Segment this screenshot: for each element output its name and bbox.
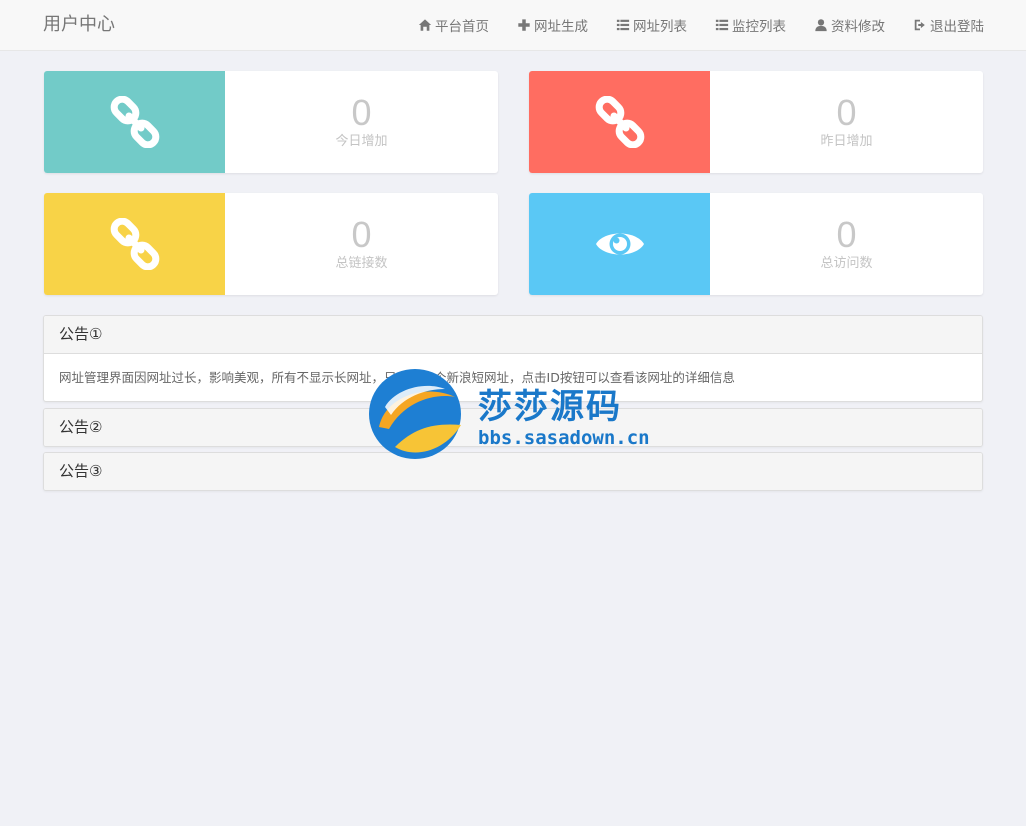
stat-label: 总访问数 [820,256,873,271]
plus-icon [518,19,530,31]
nav-item-label: 监控列表 [732,19,786,35]
stat-card-icon-area [529,193,710,295]
list-icon [715,19,729,31]
stat-value: 0 [836,92,857,133]
watermark-logo-icon [369,369,461,459]
watermark-text: 莎莎源码 [478,387,622,427]
watermark: 莎莎源码 bbs.sasadown.cn [365,367,665,461]
stat-card-icon-area [529,71,710,173]
stat-card-body: 0 总访问数 [710,193,983,295]
nav-item-label: 网址列表 [633,19,687,35]
list-icon [616,19,630,31]
stat-card-total-links: 0 总链接数 [44,193,498,295]
nav-item-generate-url[interactable]: 网址生成 [517,15,588,35]
nav-item-label: 平台首页 [435,19,489,35]
watermark-url: bbs.sasadown.cn [478,427,650,449]
stat-card-today: 0 今日增加 [44,71,498,173]
nav-item-home[interactable]: 平台首页 [418,15,489,35]
stat-value: 0 [351,214,372,255]
nav-menu: 平台首页 网址生成 网址列表 监控列表 资料修改 退出登陆 [418,0,984,50]
notice-title[interactable]: 公告① [44,316,982,353]
nav-item-url-list[interactable]: 网址列表 [616,15,687,35]
stat-value: 0 [836,214,857,255]
stat-value: 0 [351,92,372,133]
link-icon [110,218,159,270]
stat-label: 今日增加 [335,134,388,149]
stat-label: 昨日增加 [820,134,873,149]
stat-card-body: 0 今日增加 [225,71,498,173]
nav-item-monitor-list[interactable]: 监控列表 [715,15,786,35]
logout-icon [914,19,925,31]
eye-icon [595,233,644,255]
stat-label: 总链接数 [335,256,388,271]
stat-card-body: 0 昨日增加 [710,71,983,173]
link-icon [110,96,159,148]
brand-title[interactable]: 用户中心 [43,14,115,36]
stat-card-icon-area [44,193,225,295]
nav-item-label: 退出登陆 [930,19,984,35]
nav-item-logout[interactable]: 退出登陆 [913,15,984,35]
home-icon [418,19,432,31]
user-icon [815,19,827,32]
stat-card-yesterday: 0 昨日增加 [529,71,983,173]
link-icon [595,96,644,148]
nav-item-label: 网址生成 [534,19,588,35]
nav-item-label: 资料修改 [831,19,885,35]
top-navbar: 用户中心 平台首页 网址生成 网址列表 监控列表 资料修改 退出登陆 [0,0,1026,51]
stat-card-icon-area [44,71,225,173]
stat-card-body: 0 总链接数 [225,193,498,295]
nav-item-edit-profile[interactable]: 资料修改 [814,15,885,35]
stat-card-total-visits: 0 总访问数 [529,193,983,295]
